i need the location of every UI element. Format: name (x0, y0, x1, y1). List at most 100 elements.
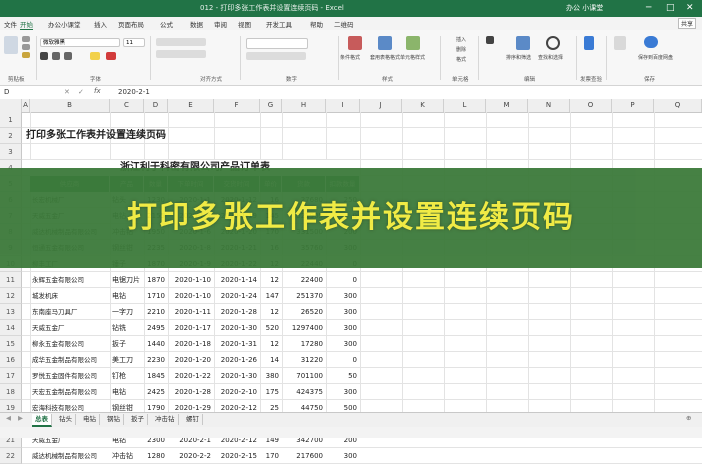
column-header-d[interactable]: D (144, 99, 168, 112)
row-header[interactable]: 16 (0, 352, 22, 368)
row-header[interactable]: 22 (0, 448, 22, 464)
row-header[interactable]: 12 (0, 288, 22, 304)
sheet-tab[interactable]: 钻头 (56, 414, 76, 425)
find-select-label[interactable]: 查找和选择 (538, 54, 563, 61)
column-header-l[interactable]: L (444, 99, 486, 112)
select-all-corner[interactable] (0, 99, 22, 112)
cell-supplier[interactable]: 柳永五金有限公司 (30, 336, 109, 352)
cell-style-icon[interactable] (406, 36, 420, 50)
cell-amount[interactable]: 17280 (282, 336, 323, 352)
row-header[interactable]: 3 (0, 144, 22, 160)
function-icon[interactable]: fx (94, 87, 101, 95)
cell-supplier[interactable]: 天宏五金制品有限公司 (30, 384, 109, 400)
cell-quantity[interactable]: 2495 (144, 320, 165, 336)
bold-icon[interactable] (40, 52, 48, 60)
cell-delivery-date[interactable]: 2020-2-10 (214, 384, 257, 400)
cell-deduct-qty[interactable]: 300 (326, 320, 357, 336)
format-button[interactable]: 格式 (456, 56, 466, 63)
cell-product[interactable]: 钻铣 (110, 320, 143, 336)
tab-formulas[interactable]: 公式 (160, 19, 173, 29)
fill-color-icon[interactable] (90, 52, 100, 60)
cell-amount[interactable]: 217600 (282, 448, 323, 464)
italic-icon[interactable] (52, 52, 60, 60)
column-header-h[interactable]: H (282, 99, 326, 112)
cell-unit-price[interactable]: 14 (260, 352, 279, 368)
cell-delivery-date[interactable]: 2020-1-28 (214, 304, 257, 320)
prev-sheet-icon[interactable]: ◀ (6, 414, 11, 422)
sheet-tab[interactable]: 冲击钻 (152, 414, 179, 425)
cell-amount[interactable]: 26520 (282, 304, 323, 320)
conditional-format-label[interactable]: 条件格式 (340, 54, 360, 61)
cell-quantity[interactable]: 1710 (144, 288, 165, 304)
row-header[interactable]: 13 (0, 304, 22, 320)
cell-product[interactable]: 冲击钻 (110, 448, 143, 464)
cell-quantity[interactable]: 1280 (144, 448, 165, 464)
cell-product[interactable]: 一字刀 (110, 304, 143, 320)
enter-icon[interactable]: ✓ (78, 88, 84, 96)
cell-quantity[interactable]: 2230 (144, 352, 165, 368)
column-header-a[interactable]: A (22, 99, 30, 112)
tab-file[interactable]: 文件 (4, 19, 17, 29)
cell-deduct-qty[interactable]: 300 (326, 288, 357, 304)
column-header-c[interactable]: C (110, 99, 144, 112)
tab-qrcode[interactable]: 二维码 (334, 19, 354, 29)
sheet-tab[interactable]: 扳子 (128, 414, 148, 425)
paste-icon[interactable] (4, 36, 18, 54)
sheet-tab[interactable]: 总表 (32, 414, 52, 427)
cell-unit-price[interactable]: 520 (260, 320, 279, 336)
cell-delivery-date[interactable]: 2020-1-30 (214, 320, 257, 336)
row-header[interactable]: 14 (0, 320, 22, 336)
cell-delivery-date[interactable]: 2020-1-26 (214, 352, 257, 368)
column-header-o[interactable]: O (570, 99, 612, 112)
tab-data[interactable]: 数据 (190, 19, 203, 29)
copy-icon[interactable] (22, 44, 30, 50)
align-center-icon[interactable] (156, 50, 206, 58)
sheet-tab[interactable]: 钢钻 (104, 414, 124, 425)
cell-supplier[interactable]: 天威五金厂 (30, 320, 109, 336)
row-header[interactable]: 15 (0, 336, 22, 352)
tab-view[interactable]: 视图 (238, 19, 251, 29)
cell-product[interactable]: 电钻 (110, 384, 143, 400)
cell-order-date[interactable]: 2020-1-28 (168, 384, 211, 400)
font-size-select[interactable]: 11 (123, 38, 145, 47)
sheet-tab[interactable]: 电钻 (80, 414, 100, 425)
column-header-g[interactable]: G (260, 99, 282, 112)
cell-amount[interactable]: 22400 (282, 272, 323, 288)
cell-delivery-date[interactable]: 2020-2-15 (214, 448, 257, 464)
cell-amount[interactable]: 701100 (282, 368, 323, 384)
delete-button[interactable]: 删除 (456, 46, 466, 53)
cell-delivery-date[interactable]: 2020-1-24 (214, 288, 257, 304)
autosum-icon[interactable] (486, 36, 494, 44)
row-header[interactable]: 18 (0, 384, 22, 400)
number-format-select[interactable] (246, 38, 308, 49)
cell-product[interactable]: 电锯刀片 (110, 272, 143, 288)
row-header[interactable]: 2 (0, 128, 22, 144)
font-color-icon[interactable] (106, 52, 116, 60)
cell-order-date[interactable]: 2020-1-17 (168, 320, 211, 336)
save-cloud-label[interactable]: 保存到百度网盘 (638, 54, 673, 61)
cell-order-date[interactable]: 2020-1-10 (168, 272, 211, 288)
percent-icon[interactable] (246, 52, 306, 60)
align-top-icon[interactable] (156, 38, 206, 46)
formula-input[interactable]: 2020-2-1 (118, 88, 150, 96)
table-format-icon[interactable] (378, 36, 392, 50)
font-name-select[interactable]: 微软雅黑 (40, 38, 120, 47)
cell-supplier[interactable]: 罗悦五金固件有限公司 (30, 368, 109, 384)
cell-unit-price[interactable]: 175 (260, 384, 279, 400)
column-header-p[interactable]: P (612, 99, 654, 112)
cell-product[interactable]: 扳子 (110, 336, 143, 352)
close-icon[interactable]: ✕ (686, 2, 694, 14)
tab-review[interactable]: 审阅 (214, 19, 227, 29)
cell-order-date[interactable]: 2020-1-11 (168, 304, 211, 320)
next-sheet-icon[interactable]: ▶ (18, 414, 23, 422)
tab-insert[interactable]: 插入 (94, 19, 107, 29)
cell-order-date[interactable]: 2020-1-22 (168, 368, 211, 384)
cell-unit-price[interactable]: 147 (260, 288, 279, 304)
table-format-label[interactable]: 套用表格格式 (370, 54, 400, 61)
cell-delivery-date[interactable]: 2020-1-31 (214, 336, 257, 352)
cell-deduct-qty[interactable]: 0 (326, 352, 357, 368)
cell-unit-price[interactable]: 170 (260, 448, 279, 464)
format-painter-icon[interactable] (22, 52, 30, 58)
cell-deduct-qty[interactable]: 300 (326, 448, 357, 464)
find-select-icon[interactable] (546, 36, 560, 50)
